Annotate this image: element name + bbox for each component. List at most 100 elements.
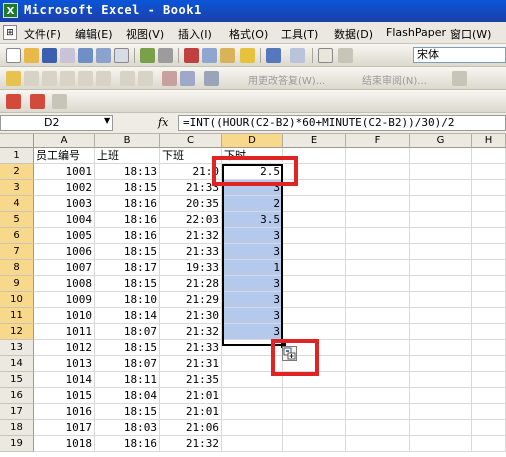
cell-d15[interactable] (222, 372, 283, 388)
cell-e18[interactable] (283, 420, 346, 436)
cell-f12[interactable] (346, 324, 410, 340)
row-header-12[interactable]: 12 (0, 324, 34, 340)
cell-d4[interactable]: 2 (222, 196, 283, 212)
row-header-6[interactable]: 6 (0, 228, 34, 244)
cell-c5[interactable]: 22:03 (160, 212, 222, 228)
toolbar-options-icon[interactable] (52, 94, 67, 109)
cell-e2[interactable] (283, 164, 346, 180)
cell-e6[interactable] (283, 228, 346, 244)
cell-g8[interactable] (410, 260, 472, 276)
cell-d7[interactable]: 3 (222, 244, 283, 260)
format-painter-icon[interactable] (240, 48, 255, 63)
row-header-19[interactable]: 19 (0, 436, 34, 452)
cell-g12[interactable] (410, 324, 472, 340)
copy-icon[interactable] (202, 48, 217, 63)
cell-g4[interactable] (410, 196, 472, 212)
row-header-17[interactable]: 17 (0, 404, 34, 420)
cell-a3[interactable]: 1002 (34, 180, 95, 196)
column-header-e[interactable]: E (283, 134, 346, 148)
spelling-icon[interactable] (140, 48, 155, 63)
cell-a6[interactable]: 1005 (34, 228, 95, 244)
cut-icon[interactable] (184, 48, 199, 63)
cell-c12[interactable]: 21:32 (160, 324, 222, 340)
cell-f15[interactable] (346, 372, 410, 388)
cell-d13[interactable] (222, 340, 283, 356)
new-comment-icon[interactable] (6, 71, 21, 86)
select-all-corner[interactable] (0, 134, 34, 148)
cell-g15[interactable] (410, 372, 472, 388)
cell-h12[interactable] (472, 324, 506, 340)
cell-c9[interactable]: 21:28 (160, 276, 222, 292)
cell-b12[interactable]: 18:07 (95, 324, 160, 340)
font-name-box[interactable]: 宋体 (413, 47, 506, 63)
cell-c18[interactable]: 21:06 (160, 420, 222, 436)
cell-h15[interactable] (472, 372, 506, 388)
cell-h10[interactable] (472, 292, 506, 308)
cell-e8[interactable] (283, 260, 346, 276)
cell-a5[interactable]: 1004 (34, 212, 95, 228)
cell-a15[interactable]: 1014 (34, 372, 95, 388)
cell-a11[interactable]: 1010 (34, 308, 95, 324)
cell-g10[interactable] (410, 292, 472, 308)
cell-h16[interactable] (472, 388, 506, 404)
show-comment-icon[interactable] (60, 71, 75, 86)
cell-a13[interactable]: 1012 (34, 340, 95, 356)
cell-f10[interactable] (346, 292, 410, 308)
cell-c7[interactable]: 21:33 (160, 244, 222, 260)
cell-e19[interactable] (283, 436, 346, 452)
cell-b15[interactable]: 18:11 (95, 372, 160, 388)
cell-c16[interactable]: 21:01 (160, 388, 222, 404)
cell-f8[interactable] (346, 260, 410, 276)
highlight-changes-icon[interactable] (138, 71, 153, 86)
cell-b9[interactable]: 18:15 (95, 276, 160, 292)
cell-h2[interactable] (472, 164, 506, 180)
sort-ascending-icon[interactable] (318, 48, 333, 63)
cell-e11[interactable] (283, 308, 346, 324)
cell-h1[interactable] (472, 148, 506, 164)
row-header-4[interactable]: 4 (0, 196, 34, 212)
cell-g9[interactable] (410, 276, 472, 292)
cell-e12[interactable] (283, 324, 346, 340)
show-all-comments-icon[interactable] (78, 71, 93, 86)
cell-c6[interactable]: 21:32 (160, 228, 222, 244)
cell-c15[interactable]: 21:35 (160, 372, 222, 388)
menu-window[interactable]: 窗口(W) (450, 26, 491, 42)
insert-function-icon[interactable]: fx (158, 116, 168, 129)
permission-icon[interactable] (60, 48, 75, 63)
active-cell-d2[interactable]: 2.5 (222, 164, 283, 180)
cell-f6[interactable] (346, 228, 410, 244)
row-header-16[interactable]: 16 (0, 388, 34, 404)
cell-f2[interactable] (346, 164, 410, 180)
cell-a4[interactable]: 1003 (34, 196, 95, 212)
column-header-b[interactable]: B (95, 134, 160, 148)
cell-c17[interactable]: 21:01 (160, 404, 222, 420)
cell-d11[interactable]: 3 (222, 308, 283, 324)
cell-c19[interactable]: 21:32 (160, 436, 222, 452)
cell-c10[interactable]: 21:29 (160, 292, 222, 308)
cell-e17[interactable] (283, 404, 346, 420)
cell-c4[interactable]: 20:35 (160, 196, 222, 212)
menu-tools[interactable]: 工具(T) (281, 26, 318, 42)
cell-b4[interactable]: 18:16 (95, 196, 160, 212)
paste-icon[interactable] (220, 48, 235, 63)
cell-h4[interactable] (472, 196, 506, 212)
cell-b8[interactable]: 18:17 (95, 260, 160, 276)
new-icon[interactable] (6, 48, 21, 63)
cell-b10[interactable]: 18:10 (95, 292, 160, 308)
redo-icon[interactable] (290, 48, 305, 63)
cell-d8[interactable]: 1 (222, 260, 283, 276)
cell-b18[interactable]: 18:03 (95, 420, 160, 436)
reply-with-changes[interactable]: 用更改答复(W)... (248, 72, 325, 87)
cell-f13[interactable] (346, 340, 410, 356)
cell-b2[interactable]: 18:13 (95, 164, 160, 180)
cell-b11[interactable]: 18:14 (95, 308, 160, 324)
cell-g6[interactable] (410, 228, 472, 244)
row-header-7[interactable]: 7 (0, 244, 34, 260)
cell-h8[interactable] (472, 260, 506, 276)
row-header-14[interactable]: 14 (0, 356, 34, 372)
cell-h18[interactable] (472, 420, 506, 436)
row-header-15[interactable]: 15 (0, 372, 34, 388)
cell-b13[interactable]: 18:15 (95, 340, 160, 356)
menu-file[interactable]: 文件(F) (24, 26, 61, 42)
cell-f7[interactable] (346, 244, 410, 260)
